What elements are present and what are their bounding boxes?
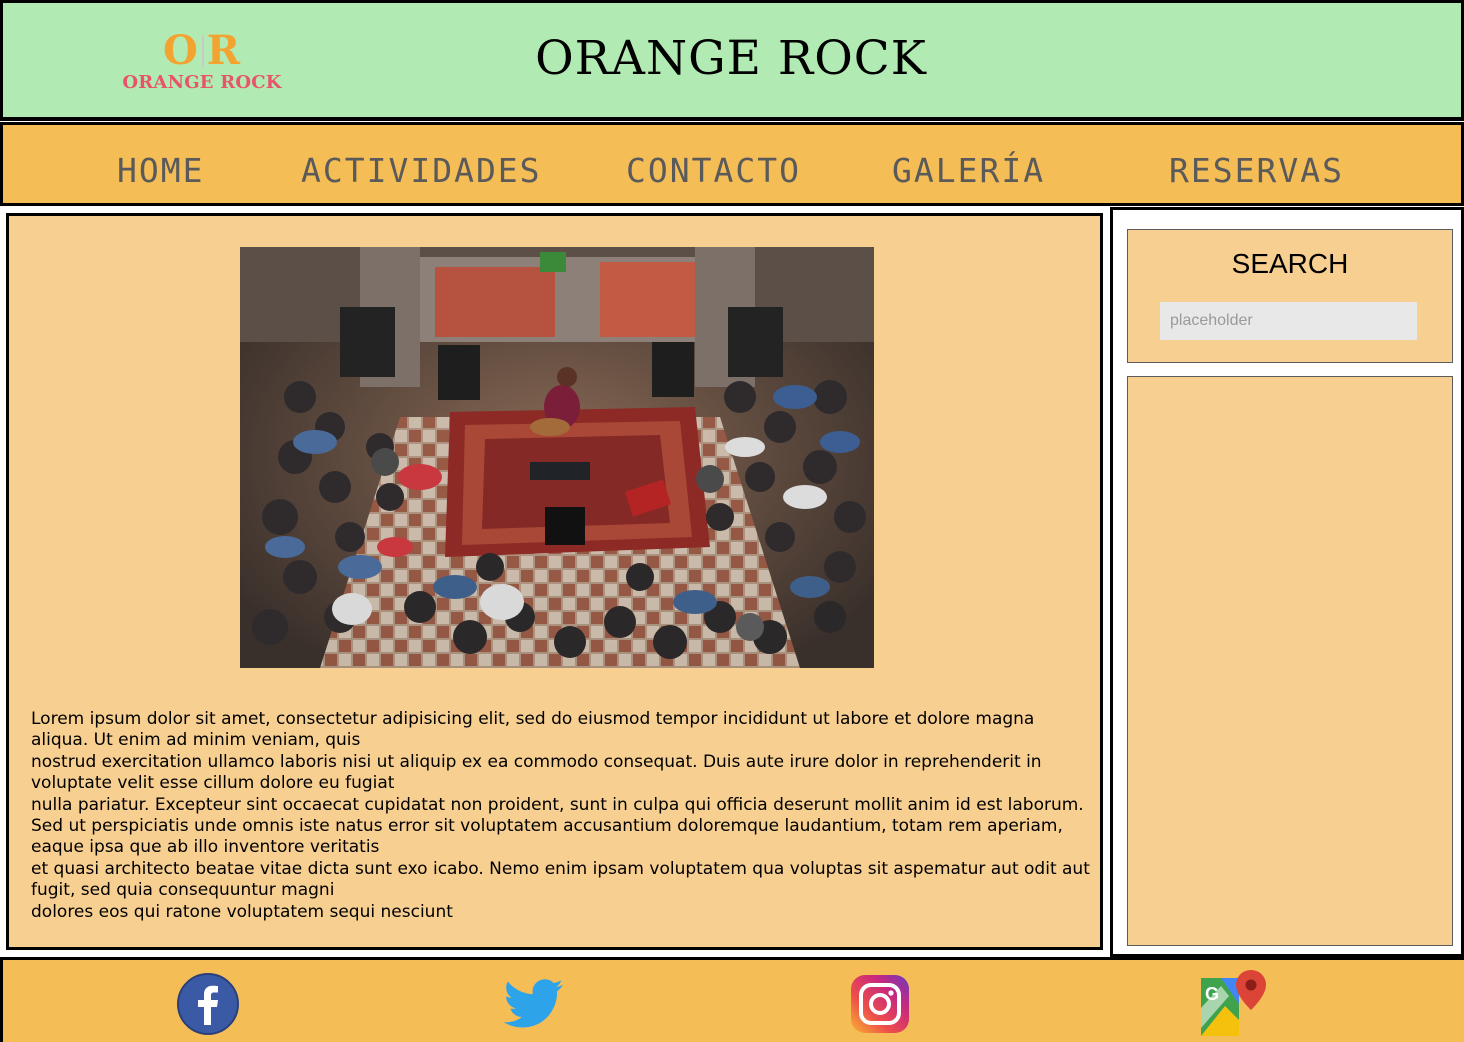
nav-item-contacto[interactable]: CONTACTO (626, 153, 801, 189)
svg-text:G: G (1205, 984, 1219, 1004)
body-paragraph: nostrud exercitation ullamco laboris nis… (31, 751, 1042, 794)
nav-item-galeria[interactable]: GALERÍA (892, 153, 1045, 189)
logo-mark-r: R (206, 27, 242, 74)
main-content: Lorem ipsum dolor sit amet, consectetur … (6, 213, 1103, 950)
facebook-icon[interactable] (177, 973, 239, 1035)
main-nav: HOME ACTIVIDADES CONTACTO GALERÍA RESERV… (0, 122, 1464, 206)
body-paragraph: dolores eos qui ratone voluptatem sequi … (31, 901, 453, 922)
logo-mark-o: O (162, 27, 199, 74)
search-title: SEARCH (1231, 248, 1349, 279)
instagram-icon[interactable] (849, 973, 911, 1035)
search-input[interactable] (1160, 302, 1417, 340)
concert-photo (240, 247, 874, 668)
logo-text: ORANGE ROCK (122, 72, 282, 93)
main-body-text: Lorem ipsum dolor sit amet, consectetur … (31, 709, 1091, 923)
nav-item-home[interactable]: HOME (117, 153, 204, 189)
nav-item-actividades[interactable]: ACTIVIDADES (301, 153, 542, 189)
sidebar-panel (1127, 376, 1453, 946)
sidebar: SEARCH (1110, 207, 1464, 957)
site-footer: G (0, 957, 1464, 1042)
logo-mark: OR (121, 31, 283, 71)
body-paragraph: et quasi architecto beatae vitae dicta s… (31, 858, 1090, 901)
body-paragraph: Lorem ipsum dolor sit amet, consectetur … (31, 709, 1035, 751)
site-header: OR ORANGE ROCK ORANGE ROCK (0, 0, 1464, 121)
twitter-icon[interactable] (501, 973, 567, 1035)
nav-item-reservas[interactable]: RESERVAS (1169, 153, 1344, 189)
site-logo[interactable]: OR ORANGE ROCK (121, 31, 283, 101)
body-paragraph: nulla pariatur. Excepteur sint occaecat … (31, 794, 1084, 815)
google-maps-icon[interactable]: G (1199, 968, 1269, 1038)
search-panel: SEARCH (1127, 229, 1453, 363)
body-paragraph: Sed ut perspiciatis unde omnis iste natu… (31, 816, 1063, 858)
site-title: ORANGE ROCK (535, 31, 927, 86)
logo-divider (201, 35, 204, 67)
